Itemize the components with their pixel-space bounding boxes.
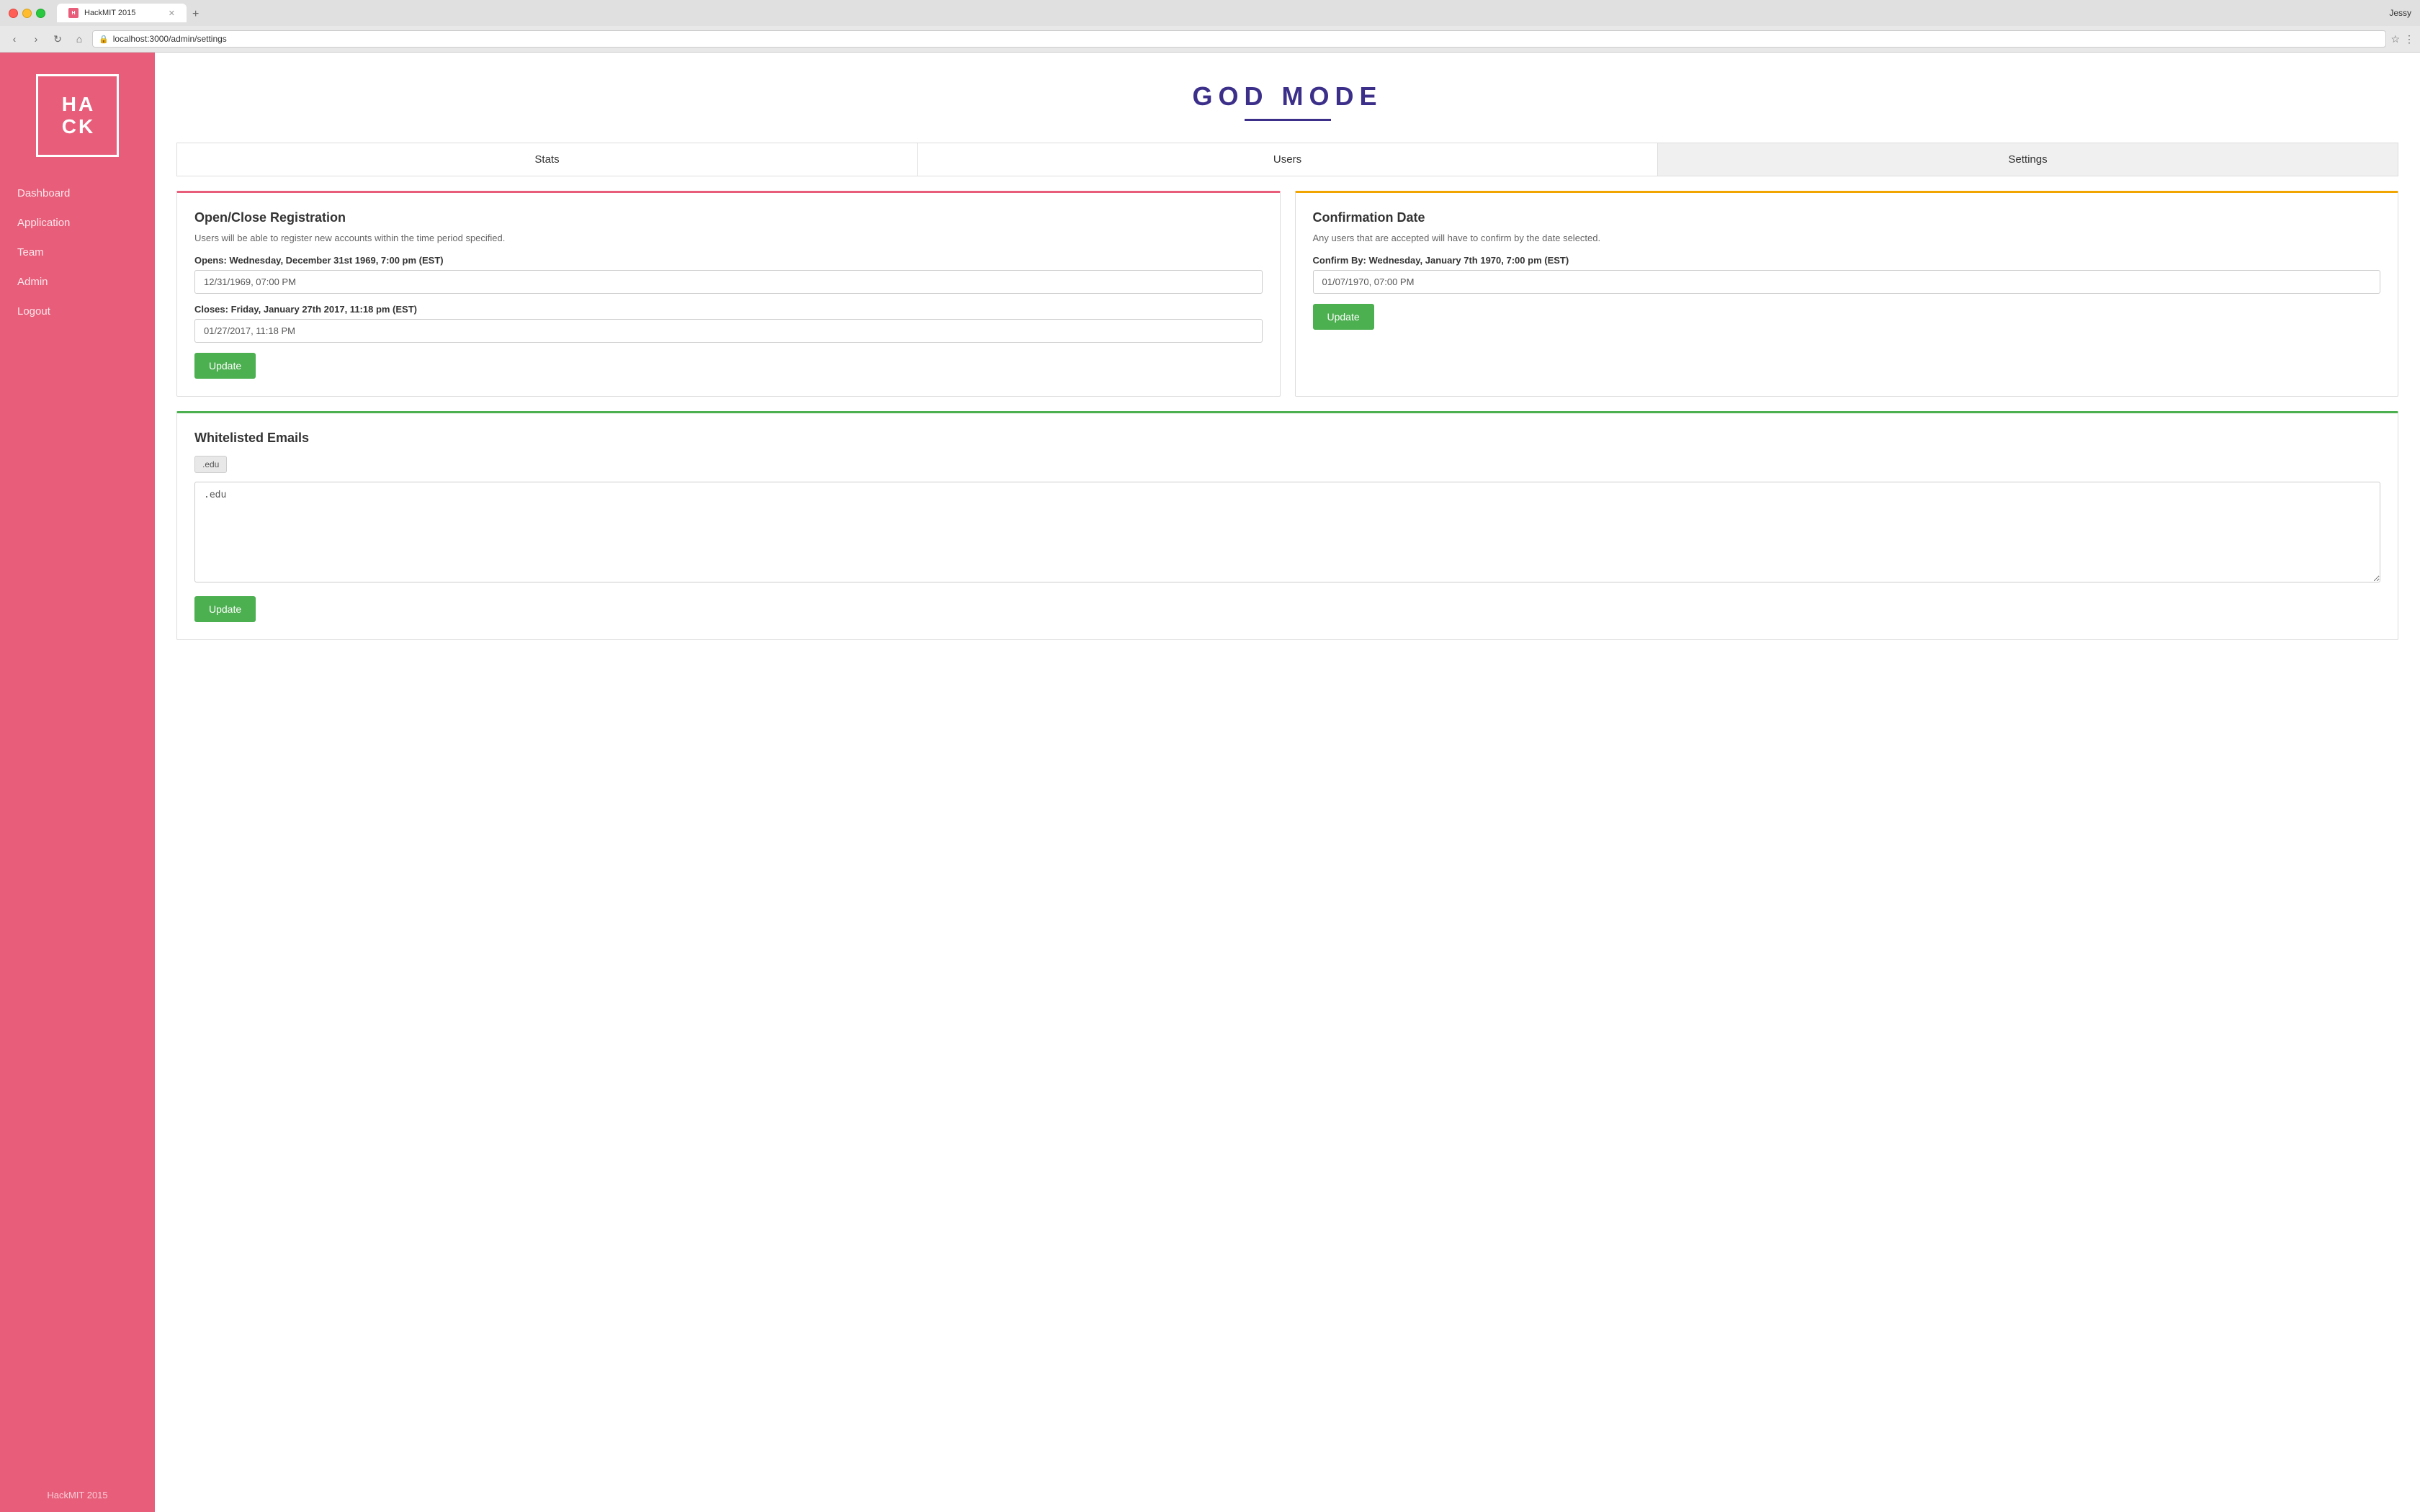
logo-inner: H A C K: [58, 90, 97, 141]
back-button[interactable]: ‹: [6, 30, 23, 48]
page-title-underline: [1245, 119, 1331, 121]
opens-input[interactable]: [194, 270, 1263, 294]
page-title: GOD MODE: [169, 81, 2406, 112]
app-container: H A C K Dashboard Application Team Admin…: [0, 53, 2420, 1512]
whitelist-section: Whitelisted Emails .edu .edu Update: [176, 411, 2398, 640]
confirmation-card-desc: Any users that are accepted will have to…: [1313, 233, 2381, 243]
sidebar-nav: Dashboard Application Team Admin Logout: [0, 171, 155, 1478]
closes-label: Closes: Friday, January 27th 2017, 11:18…: [194, 304, 1263, 315]
confirmation-card-title: Confirmation Date: [1313, 210, 2381, 225]
opens-label: Opens: Wednesday, December 31st 1969, 7:…: [194, 255, 1263, 266]
registration-card-desc: Users will be able to register new accou…: [194, 233, 1263, 243]
tab-stats[interactable]: Stats: [177, 143, 918, 176]
confirm-label: Confirm By: Wednesday, January 7th 1970,…: [1313, 255, 2381, 266]
sidebar-item-team[interactable]: Team: [0, 238, 155, 267]
sidebar-item-application[interactable]: Application: [0, 208, 155, 238]
browser-toolbar: ‹ › ↻ ⌂ 🔒 localhost:3000/admin/settings …: [0, 26, 2420, 52]
logo-letter-a: A: [79, 94, 93, 114]
whitelist-title: Whitelisted Emails: [194, 431, 2380, 446]
traffic-light-minimize[interactable]: [22, 9, 32, 18]
sidebar: H A C K Dashboard Application Team Admin…: [0, 53, 155, 1512]
whitelist-textarea[interactable]: .edu: [194, 482, 2380, 582]
sidebar-item-dashboard[interactable]: Dashboard: [0, 179, 155, 208]
sidebar-item-logout[interactable]: Logout: [0, 297, 155, 326]
menu-button[interactable]: ⋮: [2404, 33, 2414, 45]
sidebar-logo: H A C K: [0, 53, 155, 171]
new-tab-button[interactable]: +: [187, 6, 205, 22]
logo-box: H A C K: [36, 74, 119, 157]
confirmation-update-button[interactable]: Update: [1313, 304, 1374, 330]
address-bar[interactable]: 🔒 localhost:3000/admin/settings: [92, 30, 2386, 48]
registration-card: Open/Close Registration Users will be ab…: [176, 191, 1281, 397]
traffic-light-fullscreen[interactable]: [36, 9, 45, 18]
browser-tab-active[interactable]: H HackMIT 2015 ✕: [57, 4, 187, 22]
tab-title: HackMIT 2015: [84, 9, 163, 17]
reload-button[interactable]: ↻: [49, 30, 66, 48]
logo-letter-c: C: [62, 117, 76, 137]
logo-letter-k: K: [79, 117, 93, 137]
confirm-input[interactable]: [1313, 270, 2381, 294]
tabs-container: Stats Users Settings: [176, 143, 2398, 176]
sidebar-item-admin[interactable]: Admin: [0, 267, 155, 297]
logo-letter-h: H: [62, 94, 76, 114]
whitelist-update-button[interactable]: Update: [194, 596, 256, 622]
address-text: localhost:3000/admin/settings: [113, 34, 2380, 44]
home-button[interactable]: ⌂: [71, 30, 88, 48]
content-area: Open/Close Registration Users will be ab…: [155, 176, 2420, 1512]
traffic-lights: [9, 9, 45, 18]
bookmark-button[interactable]: ☆: [2390, 33, 2400, 45]
confirmation-card: Confirmation Date Any users that are acc…: [1295, 191, 2399, 397]
forward-button[interactable]: ›: [27, 30, 45, 48]
tab-favicon: H: [68, 8, 79, 18]
tab-close-button[interactable]: ✕: [169, 9, 175, 18]
page-header: GOD MODE: [155, 53, 2420, 135]
sidebar-footer: HackMIT 2015: [0, 1478, 155, 1512]
tab-settings[interactable]: Settings: [1658, 143, 2398, 176]
main-content: GOD MODE Stats Users Settings Open/Close…: [155, 53, 2420, 1512]
cards-row: Open/Close Registration Users will be ab…: [176, 191, 2398, 397]
browser-chrome: H HackMIT 2015 ✕ + Jessy ‹ › ↻ ⌂ 🔒 local…: [0, 0, 2420, 53]
tab-users[interactable]: Users: [918, 143, 1658, 176]
lock-icon: 🔒: [99, 35, 109, 44]
registration-update-button[interactable]: Update: [194, 353, 256, 379]
closes-input[interactable]: [194, 319, 1263, 343]
traffic-light-close[interactable]: [9, 9, 18, 18]
whitelist-tag: .edu: [194, 456, 227, 473]
registration-card-title: Open/Close Registration: [194, 210, 1263, 225]
browser-titlebar: H HackMIT 2015 ✕ + Jessy: [0, 0, 2420, 26]
user-label: Jessy: [2389, 8, 2411, 18]
